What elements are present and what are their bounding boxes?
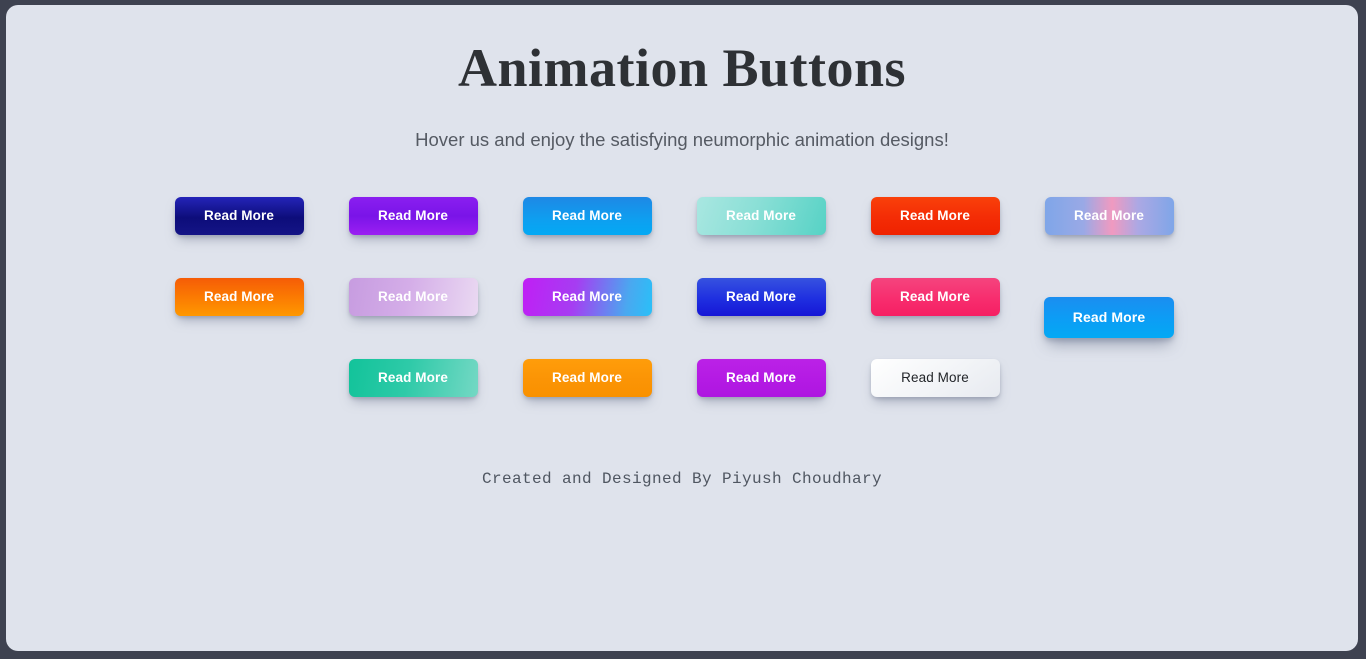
button-cell: Read More — [848, 277, 1022, 359]
button-cell: Read More — [1022, 196, 1196, 278]
button-grid: Read More Read More Read More Read More Read… — [152, 151, 1212, 440]
button-cell: Read More — [848, 196, 1022, 278]
read-more-button-10[interactable]: Read More — [696, 277, 826, 316]
read-more-button-9[interactable]: Read More — [522, 277, 652, 316]
read-more-button-15[interactable]: Read More — [696, 358, 826, 397]
button-cell: Read More — [500, 358, 674, 440]
button-cell: Read More — [674, 196, 848, 278]
grid-spacer — [152, 359, 326, 440]
read-more-button-2[interactable]: Read More — [348, 196, 478, 235]
button-cell: Read More — [1022, 278, 1196, 359]
read-more-button-3[interactable]: Read More — [522, 196, 652, 235]
button-cell: Read More — [326, 277, 500, 359]
button-cell: Read More — [674, 277, 848, 359]
button-cell: Read More — [152, 277, 326, 359]
read-more-button-1[interactable]: Read More — [174, 196, 304, 235]
button-cell: Read More — [500, 196, 674, 278]
button-cell: Read More — [326, 358, 500, 440]
read-more-button-5[interactable]: Read More — [870, 196, 1000, 235]
page-title: Animation Buttons — [457, 38, 907, 98]
read-more-button-12[interactable]: Read More — [1044, 296, 1174, 338]
button-cell: Read More — [848, 358, 1022, 440]
button-cell: Read More — [500, 277, 674, 359]
button-cell: Read More — [152, 196, 326, 278]
read-more-button-6[interactable]: Read More — [1044, 196, 1174, 235]
page-footer-credit: Created and Designed By Piyush Choudhary — [481, 469, 883, 488]
read-more-button-7[interactable]: Read More — [174, 277, 304, 316]
read-more-button-16[interactable]: Read More — [870, 358, 1000, 397]
read-more-button-11[interactable]: Read More — [870, 277, 1000, 316]
read-more-button-4[interactable]: Read More — [696, 196, 826, 235]
read-more-button-8[interactable]: Read More — [348, 277, 478, 316]
app-window: Animation Buttons Hover us and enjoy the… — [6, 5, 1358, 651]
read-more-button-13[interactable]: Read More — [348, 358, 478, 397]
page-subtitle: Hover us and enjoy the satisfying neumor… — [415, 128, 949, 150]
button-cell: Read More — [674, 358, 848, 440]
read-more-button-14[interactable]: Read More — [522, 358, 652, 397]
button-cell: Read More — [326, 196, 500, 278]
